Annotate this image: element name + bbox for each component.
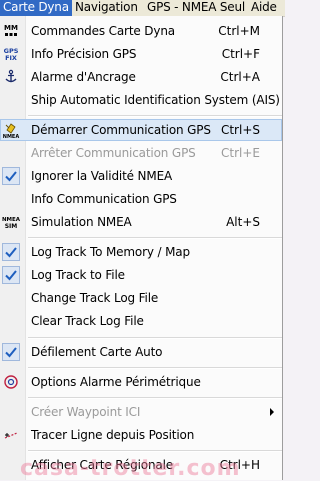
menu-item-ship-ais[interactable]: Ship Automatic Identification System (AI… (0, 89, 282, 111)
checkmark-icon (2, 243, 20, 261)
svg-text:NMEA: NMEA (3, 134, 20, 139)
menu-bar: Carte Dyna Navigation GPS - NMEA Seul Ai… (0, 0, 285, 17)
menu-item-label: Log Track to File (31, 268, 125, 282)
menu-item-shortcut: Ctrl+F (221, 47, 260, 61)
menu-aide[interactable]: Aide (248, 0, 280, 16)
svg-text:MM: MM (4, 24, 18, 32)
checkmark-icon (2, 343, 20, 361)
menu-item-label: Ship Automatic Identification System (AI… (31, 93, 280, 107)
menu-item-label: Simulation NMEA (31, 215, 132, 229)
menu-item-shortcut: Ctrl+H (219, 458, 260, 472)
menu-navigation[interactable]: Navigation (72, 0, 141, 16)
draw-line-icon (2, 426, 20, 444)
menu-item-shortcut: Ctrl+S (220, 123, 260, 137)
svg-text:FIX: FIX (5, 54, 17, 62)
menu-item-label: Change Track Log File (31, 291, 159, 305)
submenu-arrow-icon (270, 408, 274, 416)
menu-item-ignorer-validite-nmea[interactable]: Ignorer la Validité NMEA (0, 165, 282, 187)
menu-item-label: Afficher Carte Régionale (31, 458, 174, 472)
gps-fix-icon: GPS FIX (2, 45, 20, 63)
menu-item-log-track-memory-map[interactable]: Log Track To Memory / Map (0, 241, 282, 263)
nmea-sim-icon: NMEA SIM (2, 213, 21, 231)
menu-separator (28, 337, 282, 339)
menu-item-clear-track-log-file[interactable]: Clear Track Log File (0, 310, 282, 332)
menu-item-demarrer-communication-gps[interactable]: NMEA Démarrer Communication GPS Ctrl+S (0, 119, 282, 141)
menu-item-alarme-ancrage[interactable]: Alarme d'Ancrage Ctrl+A (0, 66, 282, 88)
menu-item-commandes-carte-dyna[interactable]: MM Commandes Carte Dyna Ctrl+M (0, 20, 282, 42)
menu-item-info-communication-gps[interactable]: Info Communication GPS (0, 188, 282, 210)
menu-item-tracer-ligne-depuis-position[interactable]: Tracer Ligne depuis Position (0, 424, 282, 446)
menu-separator (28, 450, 282, 452)
menu-item-label: Clear Track Log File (31, 314, 144, 328)
menu-gps-nmea-seul[interactable]: GPS - NMEA Seul (144, 0, 248, 16)
menu-item-label: Info Précision GPS (31, 47, 137, 61)
menu-item-label: Arrêter Communication GPS (31, 146, 196, 160)
menu-separator (28, 237, 282, 239)
mm-icon: MM (2, 22, 20, 40)
menu-item-shortcut: Ctrl+E (221, 146, 260, 160)
checkmark-icon (2, 266, 20, 284)
menu-item-shortcut: Ctrl+M (218, 24, 260, 38)
menu-separator (28, 115, 282, 117)
menu-item-options-alarme-perimetrique[interactable]: Options Alarme Périmétrique (0, 371, 282, 393)
menu-item-simulation-nmea[interactable]: NMEA SIM Simulation NMEA Alt+S (0, 211, 282, 233)
menu-item-shortcut: Alt+S (226, 215, 260, 229)
menu-item-label: Options Alarme Périmétrique (31, 375, 201, 389)
perimeter-alarm-icon (2, 373, 20, 391)
menu-separator (28, 367, 282, 369)
menu-item-info-precision-gps[interactable]: GPS FIX Info Précision GPS Ctrl+F (0, 43, 282, 65)
carte-dyna-dropdown-menu: MM Commandes Carte Dyna Ctrl+M GPS FIX I… (0, 16, 283, 480)
menu-carte-dyna[interactable]: Carte Dyna (0, 0, 72, 16)
menu-item-label: Commandes Carte Dyna (31, 24, 175, 38)
menu-item-label: Tracer Ligne depuis Position (31, 428, 195, 442)
menu-item-label: Info Communication GPS (31, 192, 177, 206)
menu-item-label: Alarme d'Ancrage (31, 70, 136, 84)
svg-text:SIM: SIM (5, 223, 18, 230)
menu-item-label: Ignorer la Validité NMEA (31, 169, 173, 183)
nmea-satellite-icon: NMEA (2, 121, 20, 140)
menu-item-arreter-communication-gps[interactable]: Arrêter Communication GPS Ctrl+E (0, 142, 282, 164)
menu-item-label: Défilement Carte Auto (31, 345, 163, 359)
menu-item-afficher-carte-regionale[interactable]: Afficher Carte Régionale Ctrl+H (0, 454, 282, 476)
menu-separator (28, 397, 282, 399)
checkmark-icon (2, 167, 20, 185)
menu-item-label: Démarrer Communication GPS (31, 123, 211, 137)
menu-item-label: Log Track To Memory / Map (31, 245, 190, 259)
menu-item-shortcut: Ctrl+A (220, 70, 260, 84)
menu-item-defilement-carte-auto[interactable]: Défilement Carte Auto (0, 341, 282, 363)
menu-item-creer-waypoint-ici[interactable]: Créer Waypoint ICI (0, 401, 282, 423)
menu-item-label: Créer Waypoint ICI (31, 405, 141, 419)
menu-item-change-track-log-file[interactable]: Change Track Log File (0, 287, 282, 309)
anchor-icon (2, 68, 20, 86)
menu-item-log-track-to-file[interactable]: Log Track to File (0, 264, 282, 286)
